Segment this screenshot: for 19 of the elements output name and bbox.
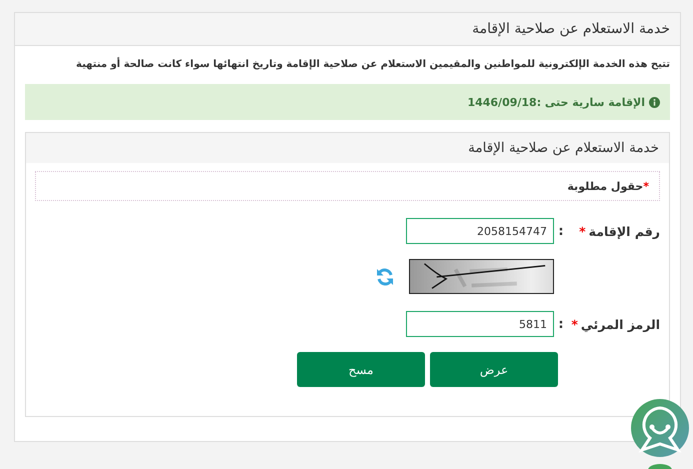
form-title: خدمة الاستعلام عن صلاحية الإقامة bbox=[26, 133, 669, 163]
chat-support-icon[interactable] bbox=[630, 398, 690, 469]
colon-separator: : bbox=[557, 224, 565, 238]
field-label: الرمز المرئي bbox=[580, 316, 660, 332]
required-mark: * bbox=[643, 180, 649, 192]
alert-text: الإقامة سارية حتى :1446/09/18 bbox=[467, 96, 645, 108]
field-label: رقم الإقامة bbox=[588, 224, 660, 238]
description-text: تتيح هذه الخدمة الإلكترونية للمواطنين والمقيمين الاستعلام عن صلاحية الإقامة وتاريخ انتهائها سواء كانت صالحة أو منتهية bbox=[75, 56, 670, 72]
required-note: حقول مطلوبة bbox=[567, 180, 644, 192]
refresh-icon[interactable] bbox=[375, 266, 395, 286]
page-title: خدمة الاستعلام عن صلاحية الإقامة bbox=[15, 13, 680, 46]
input-field[interactable]: 5811 bbox=[406, 311, 554, 337]
required-mark: * bbox=[579, 224, 586, 238]
input-field[interactable]: 2058154747 bbox=[406, 218, 554, 244]
colon-separator: : bbox=[557, 316, 565, 332]
action-button[interactable]: عرض bbox=[430, 352, 558, 387]
required-mark: * bbox=[571, 316, 578, 332]
action-button[interactable]: مسح bbox=[297, 352, 425, 387]
info-icon bbox=[649, 96, 660, 108]
